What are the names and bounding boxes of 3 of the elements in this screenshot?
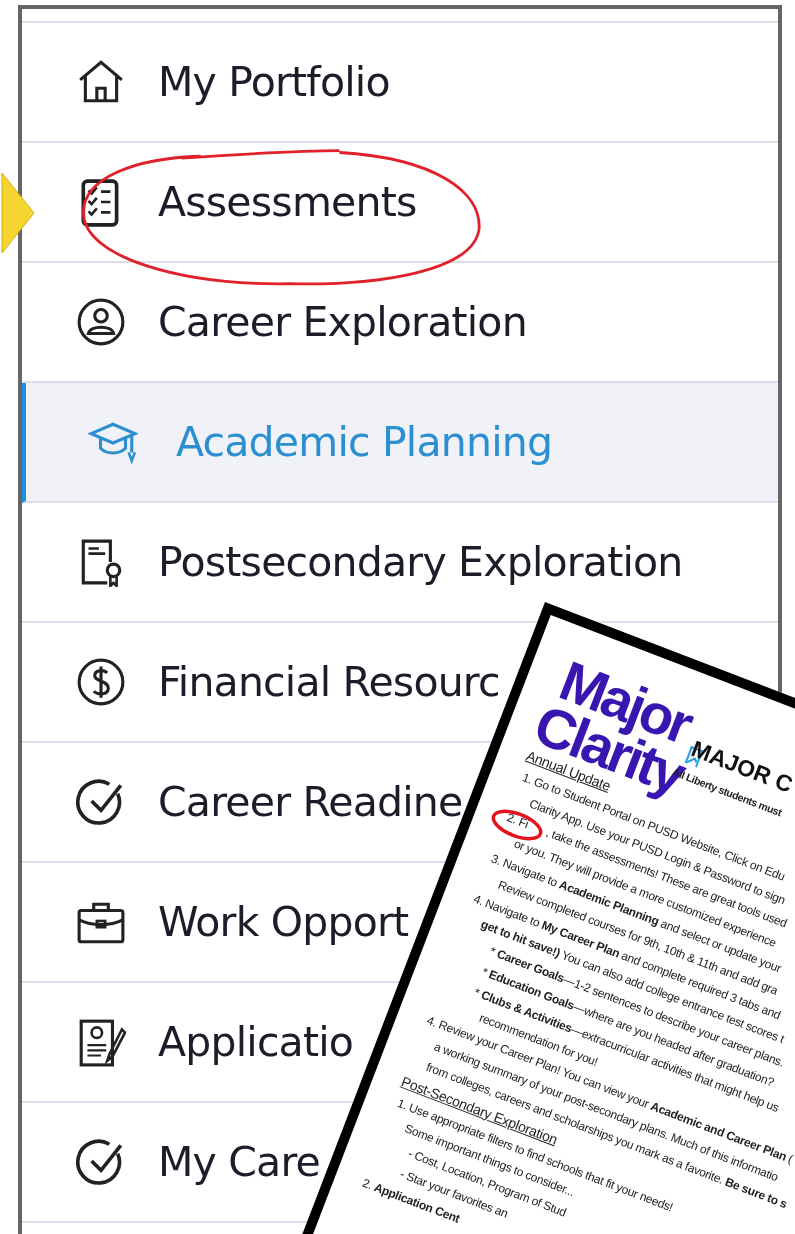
- person-icon: [76, 297, 126, 347]
- dollar-icon: [76, 657, 126, 707]
- sidebar-item[interactable]: My Portfolio: [22, 23, 778, 143]
